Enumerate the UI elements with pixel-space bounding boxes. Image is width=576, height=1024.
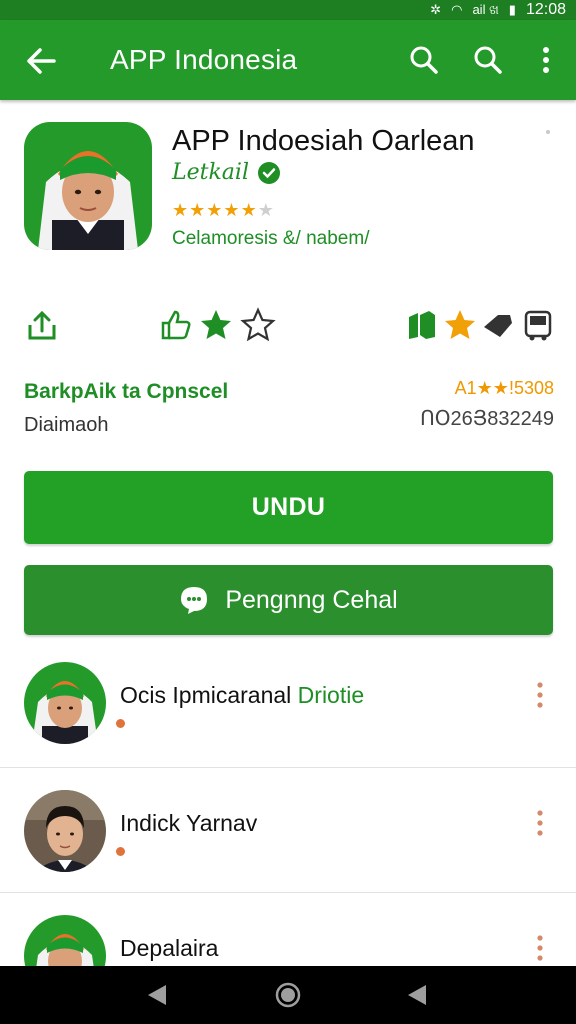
list-item[interactable]: Indick Yarnav	[0, 770, 576, 896]
app-bar-title: APP Indonesia	[110, 44, 298, 75]
list-item[interactable]: Depalaira	[0, 895, 576, 966]
avatar	[24, 915, 106, 966]
chat-bubble-icon	[181, 587, 208, 614]
rating-summary: A1★★!5308	[454, 378, 554, 398]
more-vert-icon[interactable]	[528, 42, 564, 78]
bluetooth-icon: ✲	[430, 2, 442, 17]
search-icon[interactable]	[470, 42, 506, 78]
star-icon: ★	[189, 200, 206, 220]
app-icon	[24, 122, 152, 250]
secondary-action-label: Pengnng Cehal	[225, 585, 398, 614]
divider	[0, 767, 576, 768]
star-empty-icon: ★	[257, 200, 274, 220]
star-half-icon: ★	[240, 200, 257, 220]
list-item-name: Depalaira	[120, 935, 219, 961]
more-vert-icon[interactable]	[530, 808, 550, 838]
status-dot	[116, 847, 125, 856]
developer-row[interactable]: Letkail	[172, 160, 281, 185]
tag-icon[interactable]	[480, 307, 516, 343]
divider	[0, 892, 576, 893]
developer-name[interactable]: Letkail	[172, 160, 249, 185]
download-count: ՈՕ26Յ832249	[420, 408, 554, 430]
more-vert-icon[interactable]	[530, 680, 550, 710]
map-pin-icon[interactable]	[404, 307, 440, 343]
share-icon[interactable]	[24, 307, 60, 343]
avatar	[24, 790, 106, 872]
star-outline-icon[interactable]	[240, 307, 276, 343]
info-title: BarkpAik ta Cpnscel	[24, 380, 229, 403]
home-circle-icon[interactable]	[273, 980, 303, 1010]
app-bar: APP Indonesia	[0, 20, 576, 100]
battery-icon: ▮	[508, 2, 516, 17]
status-icons: ✲ ◠ ail ଖ ▮ 12:08	[430, 1, 566, 19]
star-filled-icon[interactable]	[198, 307, 234, 343]
star-icon: ★	[223, 200, 240, 220]
more-vert-icon[interactable]	[530, 933, 550, 963]
rating-stars: ★ ★ ★ ★ ★ ★	[172, 200, 274, 220]
search-icon[interactable]	[406, 42, 442, 78]
secondary-action-button[interactable]: Pengnng Cehal	[24, 565, 553, 635]
recents-triangle-icon[interactable]	[402, 980, 432, 1010]
list-item[interactable]: Ocis Ipmicaranal Driotie	[0, 642, 576, 768]
star-icon: ★	[172, 200, 189, 220]
app-category: Celamoresis &/ nabem/	[172, 228, 370, 249]
bus-icon[interactable]	[520, 307, 556, 343]
wifi-icon: ◠	[451, 2, 463, 17]
app-name: APP Indoesiah Oarlean	[172, 125, 475, 157]
back-arrow-icon[interactable]	[22, 42, 60, 80]
info-subtitle: Diaimaoh	[24, 414, 109, 436]
list-item-name: Ocis Ipmicaranal Driotie	[120, 682, 365, 708]
thumbs-up-icon[interactable]	[158, 307, 194, 343]
star-icon: ★	[206, 200, 223, 220]
network-label: ail ଖ	[472, 2, 499, 17]
system-nav-bar	[0, 966, 576, 1024]
decorative-dot	[546, 130, 550, 134]
star-gold-icon[interactable]	[442, 307, 478, 343]
status-bar: ✲ ◠ ail ଖ ▮ 12:08	[0, 0, 576, 20]
list-item-name: Indick Yarnav	[120, 810, 258, 836]
back-triangle-icon[interactable]	[142, 980, 172, 1010]
verified-badge-icon	[258, 161, 280, 184]
avatar	[24, 662, 106, 744]
install-button[interactable]: UNDU	[24, 471, 553, 544]
status-dot	[116, 719, 125, 728]
status-time: 12:08	[525, 1, 566, 18]
